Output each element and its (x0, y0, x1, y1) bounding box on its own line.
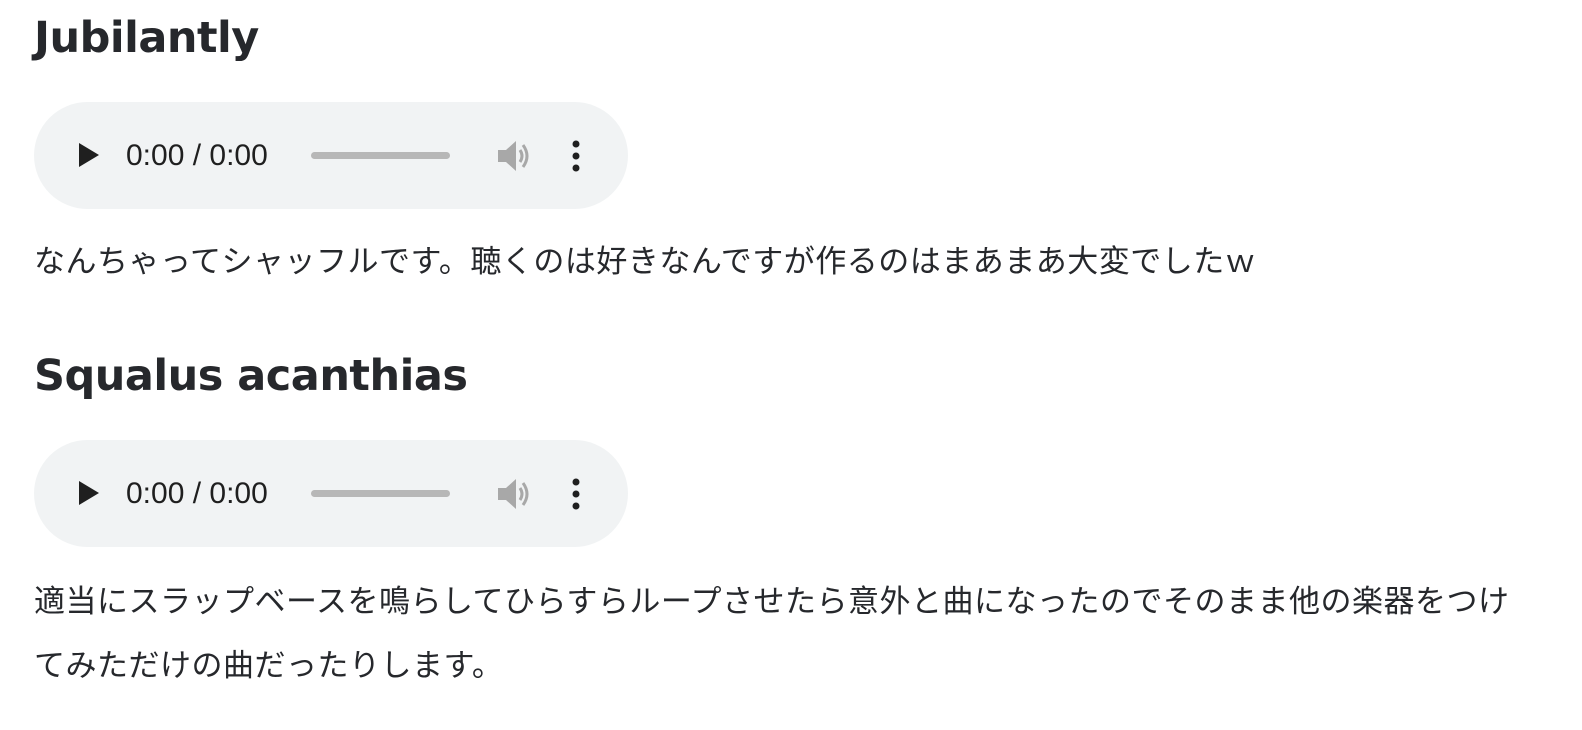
track-section: Jubilantly 0:00 / 0:00 なんちゃってシャッフルです。聴くの… (34, 12, 1256, 294)
time-display: 0:00 / 0:00 (126, 477, 268, 510)
more-vertical-icon[interactable] (568, 477, 584, 511)
track-section: Squalus acanthias 0:00 / 0:00 適当にスラップベース… (34, 350, 1534, 698)
volume-icon[interactable] (496, 477, 532, 511)
audio-player: 0:00 / 0:00 (34, 440, 628, 547)
track-description: なんちゃってシャッフルです。聴くのは好きなんですが作るのはまあまあ大変でしたｗ (34, 244, 1257, 280)
track-title: Squalus acanthias (34, 351, 468, 401)
play-icon[interactable] (78, 480, 100, 506)
track-description: 適当にスラップベースを鳴らしてひらすらループさせたら意外と曲になったのでそのまま… (34, 584, 1510, 684)
audio-player: 0:00 / 0:00 (34, 102, 628, 209)
seek-slider[interactable] (311, 490, 450, 497)
play-icon[interactable] (78, 142, 100, 168)
track-title: Jubilantly (34, 13, 259, 63)
time-display: 0:00 / 0:00 (126, 139, 268, 172)
volume-icon[interactable] (496, 139, 532, 173)
more-vertical-icon[interactable] (568, 139, 584, 173)
seek-slider[interactable] (311, 152, 450, 159)
